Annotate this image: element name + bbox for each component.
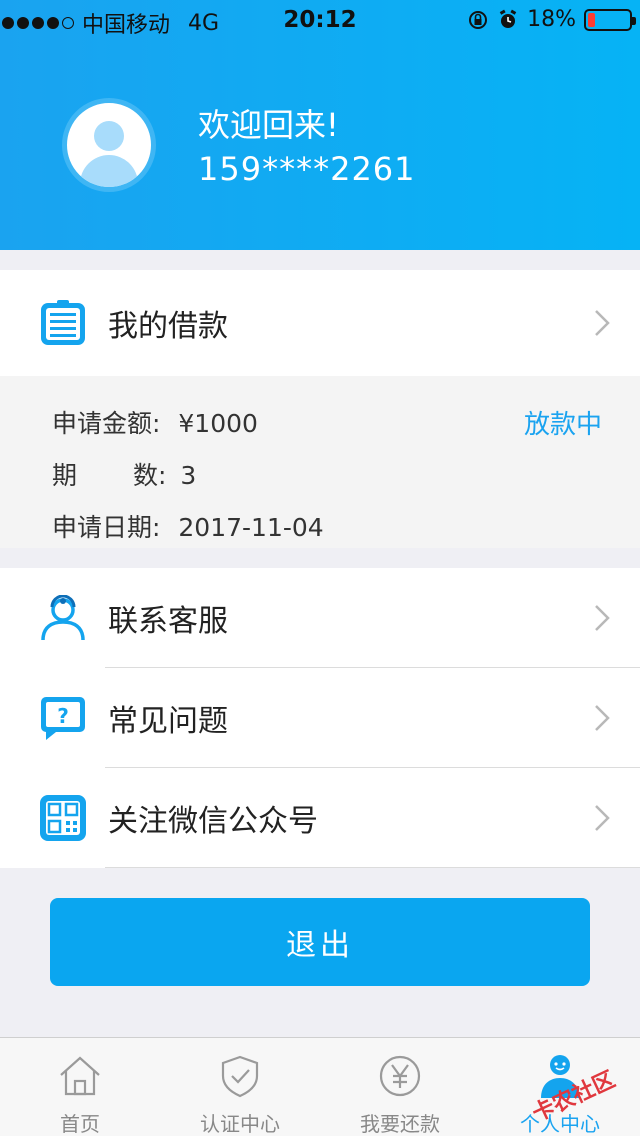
amount-label: 申请金额: (52, 409, 161, 438)
contact-service-row[interactable]: 联系客服 (0, 568, 640, 668)
tab-label: 首页 (60, 1112, 100, 1136)
amount-line: 申请金额: ¥1000 (52, 404, 258, 440)
logout-button[interactable]: 退出 (50, 898, 590, 986)
tab-home[interactable]: 首页 (0, 1038, 160, 1136)
home-icon (60, 1056, 100, 1096)
faq-row[interactable]: ? 常见问题 (0, 668, 640, 768)
battery-fill (588, 12, 595, 27)
rotation-lock-icon (469, 10, 488, 29)
periods-value: 3 (180, 461, 197, 490)
amount-value: ¥1000 (178, 409, 258, 438)
notepad-icon (41, 300, 85, 345)
svg-text:?: ? (57, 704, 69, 728)
shield-icon (221, 1055, 259, 1098)
faq-label: 常见问题 (108, 704, 228, 739)
avatar[interactable] (62, 98, 156, 192)
chevron-right-icon (595, 310, 610, 336)
wechat-label: 关注微信公众号 (108, 804, 318, 839)
my-loan-row[interactable]: 我的借款 (0, 273, 640, 373)
tab-certification[interactable]: 认证中心 (160, 1038, 320, 1136)
menu-section: 联系客服 ? 常见问题 关注微信公众号 (0, 568, 640, 868)
date-label: 申请日期: (52, 513, 161, 542)
chevron-right-icon (595, 805, 610, 831)
question-bubble-icon: ? (41, 697, 85, 740)
loan-status: 放款中 (523, 410, 602, 440)
date-value: 2017-11-04 (178, 513, 324, 542)
tab-label: 认证中心 (200, 1112, 280, 1136)
contact-service-label: 联系客服 (108, 604, 228, 639)
qr-code-icon (40, 795, 86, 841)
customer-service-icon (41, 595, 85, 641)
loan-detail: 申请金额: ¥1000 放款中 期 数: 3 申请日期: 2017-11-04 (0, 376, 640, 548)
phone-number: 159****2261 (198, 150, 416, 188)
date-line: 申请日期: 2017-11-04 (52, 508, 324, 544)
chevron-right-icon (595, 705, 610, 731)
yen-icon (379, 1055, 421, 1097)
battery-icon (584, 8, 636, 31)
wechat-row[interactable]: 关注微信公众号 (0, 768, 640, 868)
chevron-right-icon (595, 605, 610, 631)
alarm-icon (499, 9, 517, 28)
periods-label: 期 数: (52, 461, 167, 490)
battery-percentage: 18% (527, 7, 576, 32)
profile-header: 中国移动 4G 20:12 18% 欢迎回来! 159****2261 (0, 0, 640, 250)
my-loan-label: 我的借款 (108, 309, 228, 344)
welcome-text: 欢迎回来! (198, 106, 339, 144)
divider (105, 867, 640, 868)
tab-label: 我要还款 (360, 1112, 440, 1136)
tab-repay[interactable]: 我要还款 (320, 1038, 480, 1136)
status-bar: 中国移动 4G 20:12 18% (0, 0, 640, 40)
periods-line: 期 数: 3 (52, 456, 196, 492)
my-loan-section: 我的借款 (0, 270, 640, 376)
